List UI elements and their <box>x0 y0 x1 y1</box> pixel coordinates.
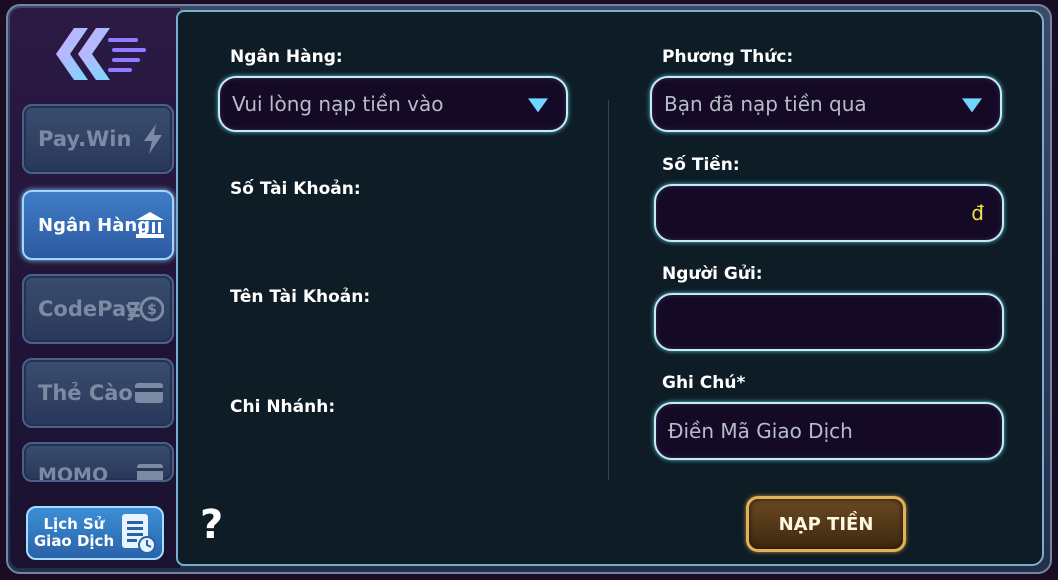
lightning-icon <box>144 124 162 154</box>
sidebar-item-label: Ngân Hàng <box>38 214 151 236</box>
help-icon[interactable]: ? <box>200 502 223 548</box>
history-label-line2: Giao Dịch <box>33 532 115 550</box>
back-double-chevron-icon[interactable] <box>52 24 148 84</box>
sidebar-item-paywin[interactable]: Pay.Win <box>22 104 174 174</box>
account-number-label: Số Tài Khoản: <box>230 179 361 199</box>
amount-label: Số Tiền: <box>662 155 740 175</box>
bank-icon <box>136 212 164 238</box>
sidebar-item-codepay[interactable]: CodePay $ <box>22 274 174 344</box>
method-select-value: Bạn đã nạp tiền qua <box>664 92 867 116</box>
note-placeholder: Điền Mã Giao Dịch <box>668 419 853 443</box>
coin-stack-icon: $ <box>128 296 164 322</box>
transaction-history-button[interactable]: Lịch Sử Giao Dịch <box>26 506 164 560</box>
method-label: Phương Thức: <box>662 47 794 67</box>
wallet-icon <box>137 464 163 480</box>
amount-input[interactable]: đ <box>654 184 1004 242</box>
document-clock-icon <box>122 514 156 554</box>
sender-input[interactable] <box>654 293 1004 351</box>
history-label-line1: Lịch Sử <box>43 515 105 533</box>
method-select[interactable]: Bạn đã nạp tiền qua <box>650 76 1002 132</box>
column-divider <box>608 100 609 480</box>
sidebar-item-label: MOMO <box>38 464 109 482</box>
currency-symbol: đ <box>971 201 984 225</box>
sidebar-item-label: Thẻ Cào <box>38 381 133 405</box>
bank-select[interactable]: Vui lòng nạp tiền vào <box>218 76 568 132</box>
sidebar-item-card[interactable]: Thẻ Cào <box>22 358 174 428</box>
note-input[interactable]: Điền Mã Giao Dịch <box>654 402 1004 460</box>
card-icon <box>135 383 163 403</box>
sidebar-item-bank[interactable]: Ngân Hàng <box>22 190 174 260</box>
svg-text:$: $ <box>147 302 157 318</box>
sidebar-item-momo[interactable]: MOMO <box>22 442 174 482</box>
bank-select-value: Vui lòng nạp tiền vào <box>232 92 444 116</box>
chevron-down-icon <box>528 98 548 113</box>
note-label: Ghi Chú* <box>662 373 746 393</box>
chevron-down-icon <box>962 98 982 113</box>
bank-label: Ngân Hàng: <box>230 47 343 67</box>
sidebar-item-label: Pay.Win <box>38 127 132 151</box>
deposit-submit-button[interactable]: NẠP TIỀN <box>746 496 906 552</box>
branch-label: Chi Nhánh: <box>230 397 336 417</box>
account-name-label: Tên Tài Khoản: <box>230 287 371 307</box>
sidebar-item-label: CodePay <box>38 297 140 321</box>
sender-label: Người Gửi: <box>662 264 763 284</box>
